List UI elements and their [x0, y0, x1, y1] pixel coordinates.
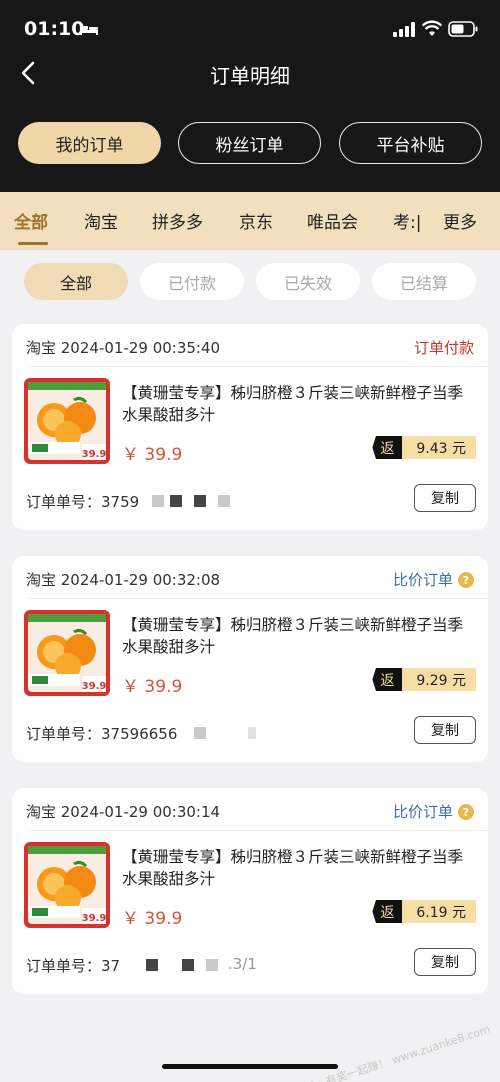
status-time: 01:10 — [24, 18, 85, 40]
category-more[interactable]: 更多 — [443, 208, 477, 233]
order-number: 订单单号：37596656 — [26, 723, 177, 744]
cellular-signal-icon — [393, 22, 415, 37]
redaction-mark — [152, 495, 164, 507]
redaction-mark — [170, 495, 182, 507]
order-number-label: 订单单号： — [26, 957, 102, 975]
product-price: ￥ 39.9 — [122, 677, 183, 697]
redaction-mark — [194, 727, 206, 739]
category-taobao[interactable]: 淘宝 — [84, 208, 118, 233]
product-title[interactable]: 【黄珊莹专享】秭归脐橙３斤装三峡新鲜橙子当季水果酸甜多汁 — [122, 846, 472, 890]
redaction-mark — [218, 495, 230, 507]
tab-fan-orders[interactable]: 粉丝订单 — [178, 122, 321, 164]
rebate-tag: 返 — [372, 436, 403, 459]
order-status-label: 比价订单 — [392, 571, 453, 589]
wifi-icon — [422, 20, 442, 36]
status-bar: 01:10 — [0, 0, 500, 58]
orange-product-image: 39.9 — [24, 378, 110, 464]
copy-button[interactable]: 复制 — [414, 484, 476, 512]
rebate-badge: 返 6.19 元 — [372, 900, 476, 923]
orange-product-image: 39.9 — [24, 610, 110, 696]
product-thumbnail[interactable]: 39.9 — [24, 610, 110, 696]
svg-text:?: ? — [463, 806, 469, 819]
divider — [26, 830, 488, 831]
category-all[interactable]: 全部 — [14, 208, 48, 233]
order-number-label: 订单单号： — [26, 725, 102, 743]
product-title[interactable]: 【黄珊莹专享】秭归脐橙３斤装三峡新鲜橙子当季水果酸甜多汁 — [122, 614, 472, 658]
rebate-amount: 6.19 元 — [402, 900, 476, 923]
rebate-badge: 返 9.29 元 — [372, 668, 476, 691]
order-number-value: 37596656 — [101, 725, 178, 743]
thumbnail-price: 39.9 — [82, 913, 107, 924]
order-status: 订单付款 — [414, 337, 474, 358]
copy-button[interactable]: 复制 — [414, 948, 476, 976]
order-number-value: 3759 — [101, 493, 140, 511]
redaction-mark — [194, 495, 206, 507]
order-status[interactable]: 比价订单 ? — [393, 569, 474, 590]
product-thumbnail[interactable]: 39.9 — [24, 378, 110, 464]
product-price: ￥ 39.9 — [122, 909, 183, 929]
filter-all[interactable]: 全部 — [24, 263, 128, 300]
order-status-label: 订单付款 — [413, 339, 474, 357]
rebate-amount: 9.29 元 — [402, 668, 476, 691]
rebate-tag: 返 — [372, 668, 403, 691]
redaction-mark — [182, 959, 194, 971]
order-number: 订单单号：3759 — [26, 491, 139, 512]
order-header: 淘宝 2024-01-29 00:32:08 — [26, 571, 221, 589]
tab-platform-subsidy[interactable]: 平台补贴 — [339, 122, 482, 164]
bed-icon — [80, 24, 98, 35]
category-jd[interactable]: 京东 — [239, 208, 273, 233]
product-price: ￥ 39.9 — [122, 445, 183, 465]
battery-icon — [448, 21, 478, 37]
rebate-amount: 9.43 元 — [402, 436, 476, 459]
order-number-value: 37 — [101, 957, 121, 975]
filter-paid[interactable]: 已付款 — [140, 263, 244, 300]
order-number: 订单单号：37 — [26, 955, 120, 976]
redaction-mark — [206, 959, 218, 971]
rebate-tag: 返 — [372, 900, 403, 923]
product-thumbnail[interactable]: 39.9 — [24, 842, 110, 928]
category-active-indicator — [18, 242, 48, 245]
redaction-mark — [146, 959, 158, 971]
thumbnail-price: 39.9 — [82, 449, 107, 460]
tab-my-orders[interactable]: 我的订单 — [18, 122, 161, 164]
category-tab-bar: 全部 淘宝 拼多多 京东 唯品会 考:| 更多 — [0, 192, 500, 250]
thumbnail-price: 39.9 — [82, 681, 107, 692]
copy-button[interactable]: 复制 — [414, 716, 476, 744]
product-title[interactable]: 【黄珊莹专享】秭归脐橙３斤装三峡新鲜橙子当季水果酸甜多汁 — [122, 382, 472, 426]
filter-invalid[interactable]: 已失效 — [256, 263, 360, 300]
category-kaola[interactable]: 考:| — [393, 208, 421, 233]
order-number-label: 订单单号： — [26, 493, 102, 511]
svg-text:?: ? — [463, 574, 469, 587]
orange-product-image: 39.9 — [24, 842, 110, 928]
order-status[interactable]: 比价订单 ? — [393, 801, 474, 822]
divider — [26, 366, 488, 367]
help-icon[interactable]: ? — [458, 571, 474, 588]
order-header: 淘宝 2024-01-29 00:30:14 — [26, 803, 221, 821]
order-card[interactable]: 淘宝 2024-01-29 00:30:14 比价订单 ? 39.9 【黄珊莹专… — [12, 788, 488, 994]
help-icon[interactable]: ? — [458, 803, 474, 820]
rebate-badge: 返 9.43 元 — [372, 436, 476, 459]
filter-settled[interactable]: 已结算 — [372, 263, 476, 300]
order-card[interactable]: 淘宝 2024-01-29 00:35:40 订单付款 39.9 【黄珊莹专享】… — [12, 324, 488, 530]
category-vip[interactable]: 唯品会 — [307, 208, 358, 233]
order-status-label: 比价订单 — [392, 803, 453, 821]
order-card[interactable]: 淘宝 2024-01-29 00:32:08 比价订单 ? 39.9 【黄珊莹专… — [12, 556, 488, 762]
order-header: 淘宝 2024-01-29 00:35:40 — [26, 339, 221, 357]
header: 01:10 订单明细 我的订单 粉丝订单 平台补贴 — [0, 0, 500, 192]
watermark: 赚客吧，有奖一起赚！ www.zuanke8.com — [282, 1022, 492, 1082]
home-indicator — [162, 1064, 338, 1069]
order-number-tail: .3/1 — [228, 955, 257, 973]
redaction-mark — [248, 727, 256, 739]
category-pinduoduo[interactable]: 拼多多 — [152, 208, 203, 233]
divider — [26, 598, 488, 599]
page-title: 订单明细 — [210, 64, 290, 88]
